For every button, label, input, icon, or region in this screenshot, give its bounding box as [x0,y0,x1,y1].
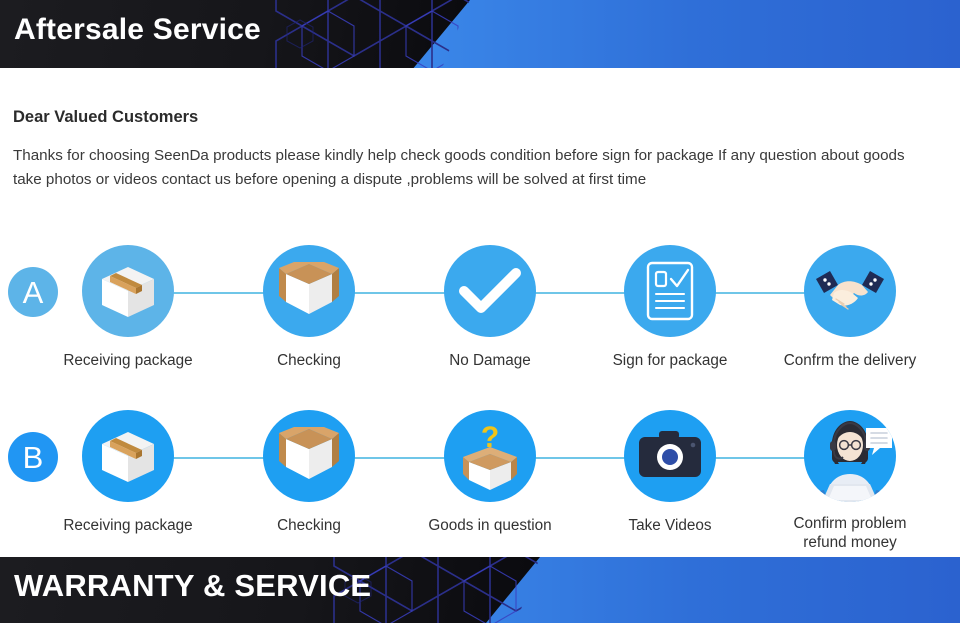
flow-step-a-no-damage[interactable]: No Damage [405,245,575,370]
flow-step-label: Take Videos [628,517,712,534]
flow-row-b: B Receiving package Checking ? Goods in … [0,410,960,555]
flow-step-b-checking[interactable]: Checking [224,410,394,535]
aftersale-service-page: Aftersale Service Dear Valued Customers … [0,0,960,623]
flow-step-label: No Damage [449,352,531,369]
flow-step-label: Checking [277,352,341,369]
flow-step-label: Confrm the delivery [783,352,917,369]
camera-icon [624,410,716,502]
flow-step-a-sign-for-package[interactable]: Sign for package [585,245,755,370]
greeting-heading: Dear Valued Customers [13,108,199,126]
open-box-icon [263,410,355,502]
flow-step-label: Sign for package [612,352,728,369]
closed-box-icon [82,245,174,337]
page-title: Aftersale Service [14,13,261,46]
flow-step-label: Confirm problem refund money [765,514,935,552]
support-agent-icon [804,410,896,502]
question-box-icon: ? [444,410,536,502]
flow-step-b-confirm-refund[interactable]: Confirm problem refund money [765,410,935,552]
flow-step-label: Checking [277,517,341,534]
flow-step-a-receiving-package[interactable]: Receiving package [43,245,213,370]
top-banner: Aftersale Service [0,0,960,68]
closed-box-icon [82,410,174,502]
signed-document-icon [624,245,716,337]
handshake-icon [804,245,896,337]
flow-step-a-confirm-delivery[interactable]: Confrm the delivery [765,245,935,370]
open-box-icon [263,245,355,337]
bottom-banner: WARRANTY & SERVICE [0,557,960,623]
flow-step-b-goods-in-question[interactable]: ? Goods in question [405,410,575,535]
flow-step-label-line1: Confirm problem [793,515,907,532]
flow-step-label: Receiving package [63,352,193,369]
checkmark-icon [444,245,536,337]
footer-title: WARRANTY & SERVICE [14,568,372,603]
flow-step-b-take-videos[interactable]: Take Videos [585,410,755,535]
flow-step-label: Receiving package [63,517,193,534]
flow-row-a: A Receiving package Checking No Damage S… [0,245,960,390]
flow-step-b-receiving-package[interactable]: Receiving package [43,410,213,535]
intro-paragraph: Thanks for choosing SeenDa products plea… [13,147,905,188]
flow-step-a-checking[interactable]: Checking [224,245,394,370]
flow-step-label: Goods in question [428,517,552,534]
flow-step-label-line2: refund money [803,534,897,551]
